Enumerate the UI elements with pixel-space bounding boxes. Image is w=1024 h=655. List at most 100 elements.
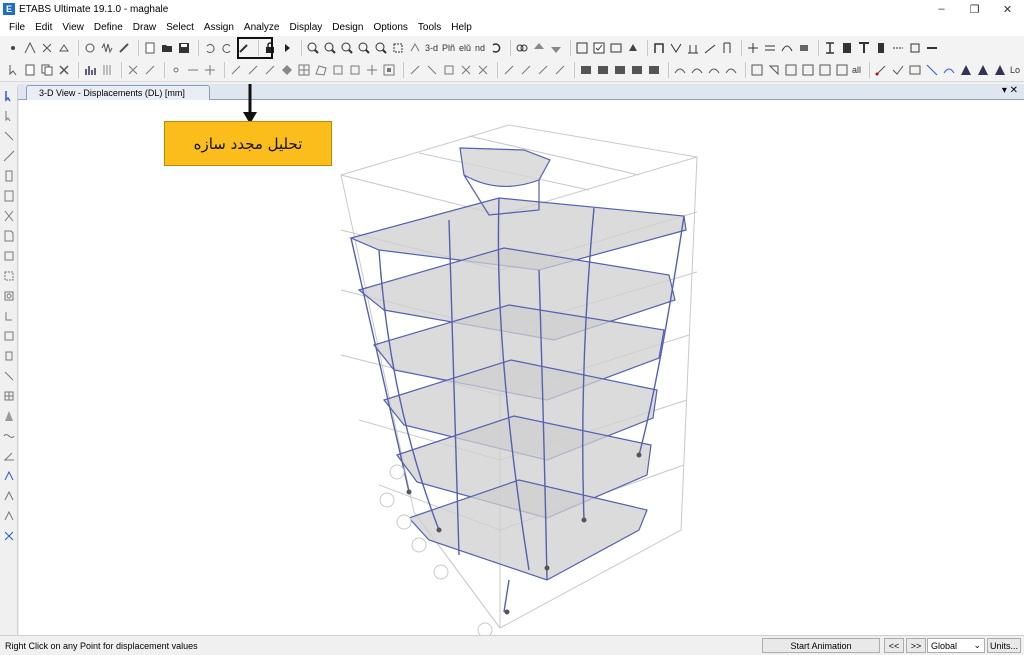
line-weight-icon[interactable] (925, 41, 939, 55)
start-animation-button[interactable]: Start Animation (762, 638, 880, 653)
view-3d-button[interactable]: 3-d (425, 43, 438, 53)
diagonal-icon[interactable] (143, 63, 157, 77)
quad-icon[interactable] (348, 63, 362, 77)
rotate-view-icon[interactable] (489, 41, 503, 55)
section-column-icon[interactable] (874, 41, 888, 55)
checkbox-icon[interactable] (592, 41, 606, 55)
spring-icon[interactable] (100, 41, 114, 55)
draw-tendon-icon[interactable] (2, 409, 16, 423)
assign-3-icon[interactable] (536, 63, 550, 77)
perspective-icon[interactable] (515, 41, 529, 55)
joint-icon[interactable] (40, 41, 54, 55)
undo-icon[interactable] (203, 41, 217, 55)
menu-display[interactable]: Display (285, 22, 328, 33)
cross-brace-icon[interactable] (126, 63, 140, 77)
shell-force-2-icon[interactable] (976, 63, 990, 77)
draw-beam-icon[interactable] (2, 149, 16, 163)
beam-icon[interactable] (23, 41, 37, 55)
view-plan-button[interactable]: Plñ (442, 43, 455, 53)
restraint-icon[interactable] (57, 41, 71, 55)
menu-tools[interactable]: Tools (413, 22, 446, 33)
section-t-icon[interactable] (857, 41, 871, 55)
zoom-previous-icon[interactable] (374, 41, 388, 55)
area-load-icon[interactable] (908, 63, 922, 77)
draw-rect-floor-icon[interactable] (2, 249, 16, 263)
menu-analyze[interactable]: Analyze (239, 22, 285, 33)
draw-section-cut-icon[interactable] (2, 329, 16, 343)
assign-4-icon[interactable] (553, 63, 567, 77)
draw-xbrace-icon[interactable] (2, 209, 16, 223)
redo-icon[interactable] (220, 41, 234, 55)
deform-1-icon[interactable] (673, 63, 687, 77)
link-icon[interactable] (83, 41, 97, 55)
load-2-icon[interactable] (425, 63, 439, 77)
select-plan-icon[interactable] (801, 63, 815, 77)
select-grid-icon[interactable] (835, 63, 849, 77)
copy-icon[interactable] (40, 63, 54, 77)
view-elevation-button[interactable]: elŭ (459, 43, 471, 53)
zoom-full-icon[interactable] (357, 41, 371, 55)
draw-opening-icon[interactable] (2, 289, 16, 303)
delete-icon[interactable] (57, 63, 71, 77)
color-icon[interactable] (626, 41, 640, 55)
load-3-icon[interactable] (442, 63, 456, 77)
close-button[interactable]: ✕ (991, 0, 1024, 18)
deform-3-icon[interactable] (707, 63, 721, 77)
new-model-icon[interactable] (143, 41, 157, 55)
save-icon[interactable] (177, 41, 191, 55)
table-5-icon[interactable] (647, 63, 661, 77)
table-4-icon[interactable] (630, 63, 644, 77)
table-1-icon[interactable] (579, 63, 593, 77)
display-options-icon[interactable] (609, 41, 623, 55)
load-1-icon[interactable] (408, 63, 422, 77)
draw-link-icon[interactable] (2, 369, 16, 383)
table-3-icon[interactable] (613, 63, 627, 77)
coordinate-system-select[interactable]: Global ⌄ (927, 638, 985, 653)
reshape-icon[interactable] (2, 109, 16, 123)
menu-file[interactable]: File (4, 22, 30, 33)
area-draw-icon[interactable] (314, 63, 328, 77)
deform-2-icon[interactable] (690, 63, 704, 77)
draw-floor-icon[interactable] (2, 229, 16, 243)
label-icon[interactable] (908, 41, 922, 55)
rotate-3d-icon[interactable] (408, 41, 422, 55)
table-2-icon[interactable] (596, 63, 610, 77)
move-down-icon[interactable] (549, 41, 563, 55)
menu-select[interactable]: Select (161, 22, 199, 33)
brace-icon[interactable] (669, 41, 683, 55)
pencil-icon[interactable] (117, 41, 131, 55)
zoom-window-icon[interactable] (340, 41, 354, 55)
assign-2-icon[interactable] (519, 63, 533, 77)
plus-icon[interactable] (365, 63, 379, 77)
previous-step-button[interactable]: << (884, 638, 904, 653)
run-analysis-icon[interactable] (280, 41, 294, 55)
select-pointer-icon[interactable] (2, 89, 16, 103)
pointer-select-icon[interactable] (6, 63, 20, 77)
line-style-icon[interactable] (891, 41, 905, 55)
load-5-icon[interactable] (476, 63, 490, 77)
arc-icon[interactable] (780, 41, 794, 55)
frame-box-icon[interactable] (382, 63, 396, 77)
point-load-icon[interactable] (874, 63, 888, 77)
assign-1-icon[interactable] (502, 63, 516, 77)
zoom-out-icon[interactable] (323, 41, 337, 55)
menu-help[interactable]: Help (446, 22, 477, 33)
document-icon[interactable] (23, 63, 37, 77)
vertical-lines-icon[interactable] (100, 63, 114, 77)
select-poly-icon[interactable] (767, 63, 781, 77)
draw-dimension-icon[interactable] (2, 349, 16, 363)
snap-point-icon[interactable] (169, 63, 183, 77)
area-icon[interactable] (797, 41, 811, 55)
set-display-icon[interactable] (575, 41, 589, 55)
node-icon[interactable] (746, 41, 760, 55)
menu-view[interactable]: View (57, 22, 89, 33)
snap-special-icon[interactable] (2, 529, 16, 543)
tab-controls[interactable]: ▾ ✕ (1002, 85, 1018, 96)
check-icon[interactable] (891, 63, 905, 77)
open-icon[interactable] (160, 41, 174, 55)
menu-assign[interactable]: Assign (199, 22, 239, 33)
shell-force-1-icon[interactable] (959, 63, 973, 77)
bar-chart-icon[interactable] (83, 63, 97, 77)
select-all-button[interactable]: all (852, 65, 861, 75)
load-button[interactable]: Lo (1010, 65, 1020, 75)
